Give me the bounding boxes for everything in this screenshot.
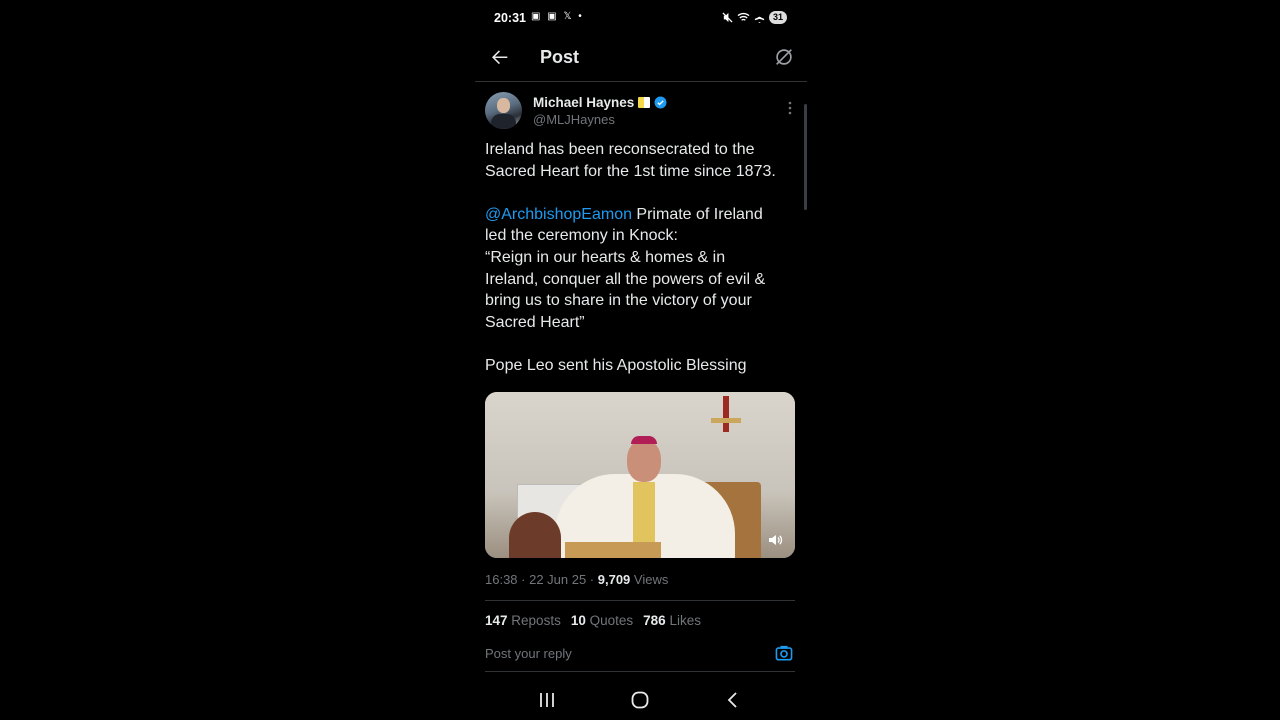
phone-screen: 20:31 ▣ ▣ 𝕏 • 31 Post Michael Haynes @ML…: [475, 0, 807, 720]
author-name[interactable]: Michael Haynes: [533, 95, 634, 110]
author-name-row[interactable]: Michael Haynes: [533, 95, 667, 110]
views-label: Views: [630, 572, 669, 587]
recent-apps-icon[interactable]: [536, 690, 558, 710]
likes-label: Likes: [669, 613, 701, 628]
mention-link[interactable]: @ArchbishopEamon: [485, 206, 632, 223]
verified-badge-icon: [654, 96, 667, 109]
divider: [485, 600, 795, 601]
reply-input[interactable]: Post your reply: [485, 645, 795, 672]
wifi-icon: [737, 12, 750, 21]
home-icon[interactable]: [629, 690, 651, 710]
engagement-stats: 147 Reposts 10 Quotes 786 Likes: [485, 613, 701, 628]
status-bar: 20:31 ▣ ▣ 𝕏 • 31: [475, 0, 807, 36]
video-player[interactable]: [485, 392, 795, 558]
author-handle[interactable]: @MLJHaynes: [533, 112, 615, 127]
post-timestamp[interactable]: 16:38 · 22 Jun 25 ·: [485, 572, 598, 587]
back-arrow-icon[interactable]: [489, 46, 511, 68]
back-nav-icon[interactable]: [722, 690, 744, 710]
refresh-icon[interactable]: [773, 46, 795, 68]
airplane-icon: [754, 12, 765, 23]
likes-stat[interactable]: 786 Likes: [643, 613, 701, 628]
reposts-label: Reposts: [511, 613, 561, 628]
more-options-icon[interactable]: [787, 100, 793, 116]
battery-indicator: 31: [768, 11, 787, 24]
system-nav-bar: [475, 680, 807, 720]
camera-icon[interactable]: [775, 645, 793, 661]
quotes-label: Quotes: [589, 613, 634, 628]
likes-count: 786: [643, 613, 666, 628]
page-title: Post: [540, 47, 580, 67]
mute-status-icon: [722, 12, 733, 23]
reposts-count: 147: [485, 613, 508, 628]
quotes-stat[interactable]: 10 Quotes: [571, 613, 633, 628]
post-text-part1: Ireland has been reconsecrated to the Sa…: [485, 141, 776, 180]
notification-icons: ▣ ▣ 𝕏 •: [531, 11, 584, 22]
post-text-part2: Primate of Ireland led the ceremony in K…: [485, 205, 766, 374]
reply-placeholder[interactable]: Post your reply: [485, 646, 572, 661]
post-header: Post: [475, 36, 807, 82]
avatar[interactable]: [485, 92, 522, 129]
views-count: 9,709: [597, 572, 631, 587]
post-meta: 16:38 · 22 Jun 25 · 9,709 Views: [485, 572, 668, 587]
status-time: 20:31: [494, 11, 526, 25]
system-icons: 31: [722, 11, 787, 24]
vatican-flag-icon: [638, 97, 651, 108]
quotes-count: 10: [570, 613, 586, 628]
post-text: Ireland has been reconsecrated to the Sa…: [485, 139, 797, 377]
scrollbar[interactable]: [804, 104, 807, 210]
volume-icon[interactable]: [767, 532, 783, 548]
reposts-stat[interactable]: 147 Reposts: [485, 613, 561, 628]
